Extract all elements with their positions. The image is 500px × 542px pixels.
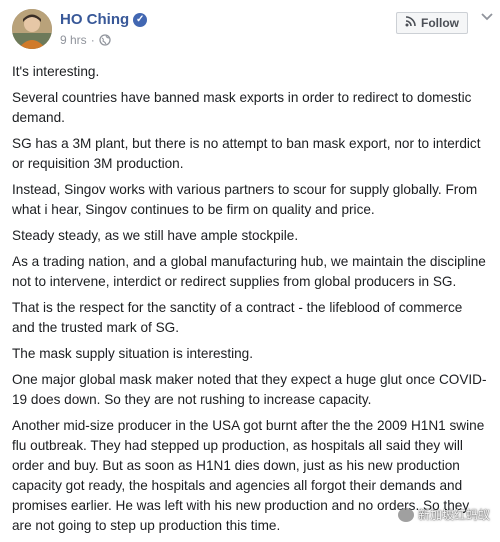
meta-separator: · [90,33,95,47]
globe-icon [99,34,111,46]
author-name-row: HO Ching ✓ [60,11,148,28]
post-paragraph: As a trading nation, and a global manufa… [12,254,486,289]
post-time[interactable]: 9 hrs [60,33,87,47]
post-paragraph: It's interesting. [12,64,100,79]
post-paragraph: One major global mask maker noted that t… [12,372,487,407]
author-name[interactable]: HO Ching [60,11,129,28]
post-header: HO Ching ✓ 9 hrs · Follow [0,0,500,56]
post-body: It's interesting. Several countries have… [12,62,488,542]
watermark-text: 新加坡红蚂蚁 [418,508,491,522]
wechat-icon [398,507,414,522]
verified-badge-icon: ✓ [133,12,148,27]
rss-follow-icon [405,16,416,30]
post-paragraph: That is the respect for the sanctity of … [12,300,463,335]
post-paragraph: SG has a 3M plant, but there is no attem… [12,136,481,171]
post-paragraph: Several countries have banned mask expor… [12,90,472,125]
watermark: 新加坡红蚂蚁 [398,506,490,523]
post-paragraph: Instead, Singov works with various partn… [12,182,478,217]
post-paragraph: The mask supply situation is interesting… [12,346,254,361]
follow-button[interactable]: Follow [396,12,468,34]
avatar[interactable] [12,9,52,49]
post-meta: 9 hrs · [60,33,111,47]
chevron-down-icon[interactable] [481,9,493,21]
follow-label: Follow [421,16,459,30]
post-paragraph: Steady steady, as we still have ample st… [12,228,299,243]
